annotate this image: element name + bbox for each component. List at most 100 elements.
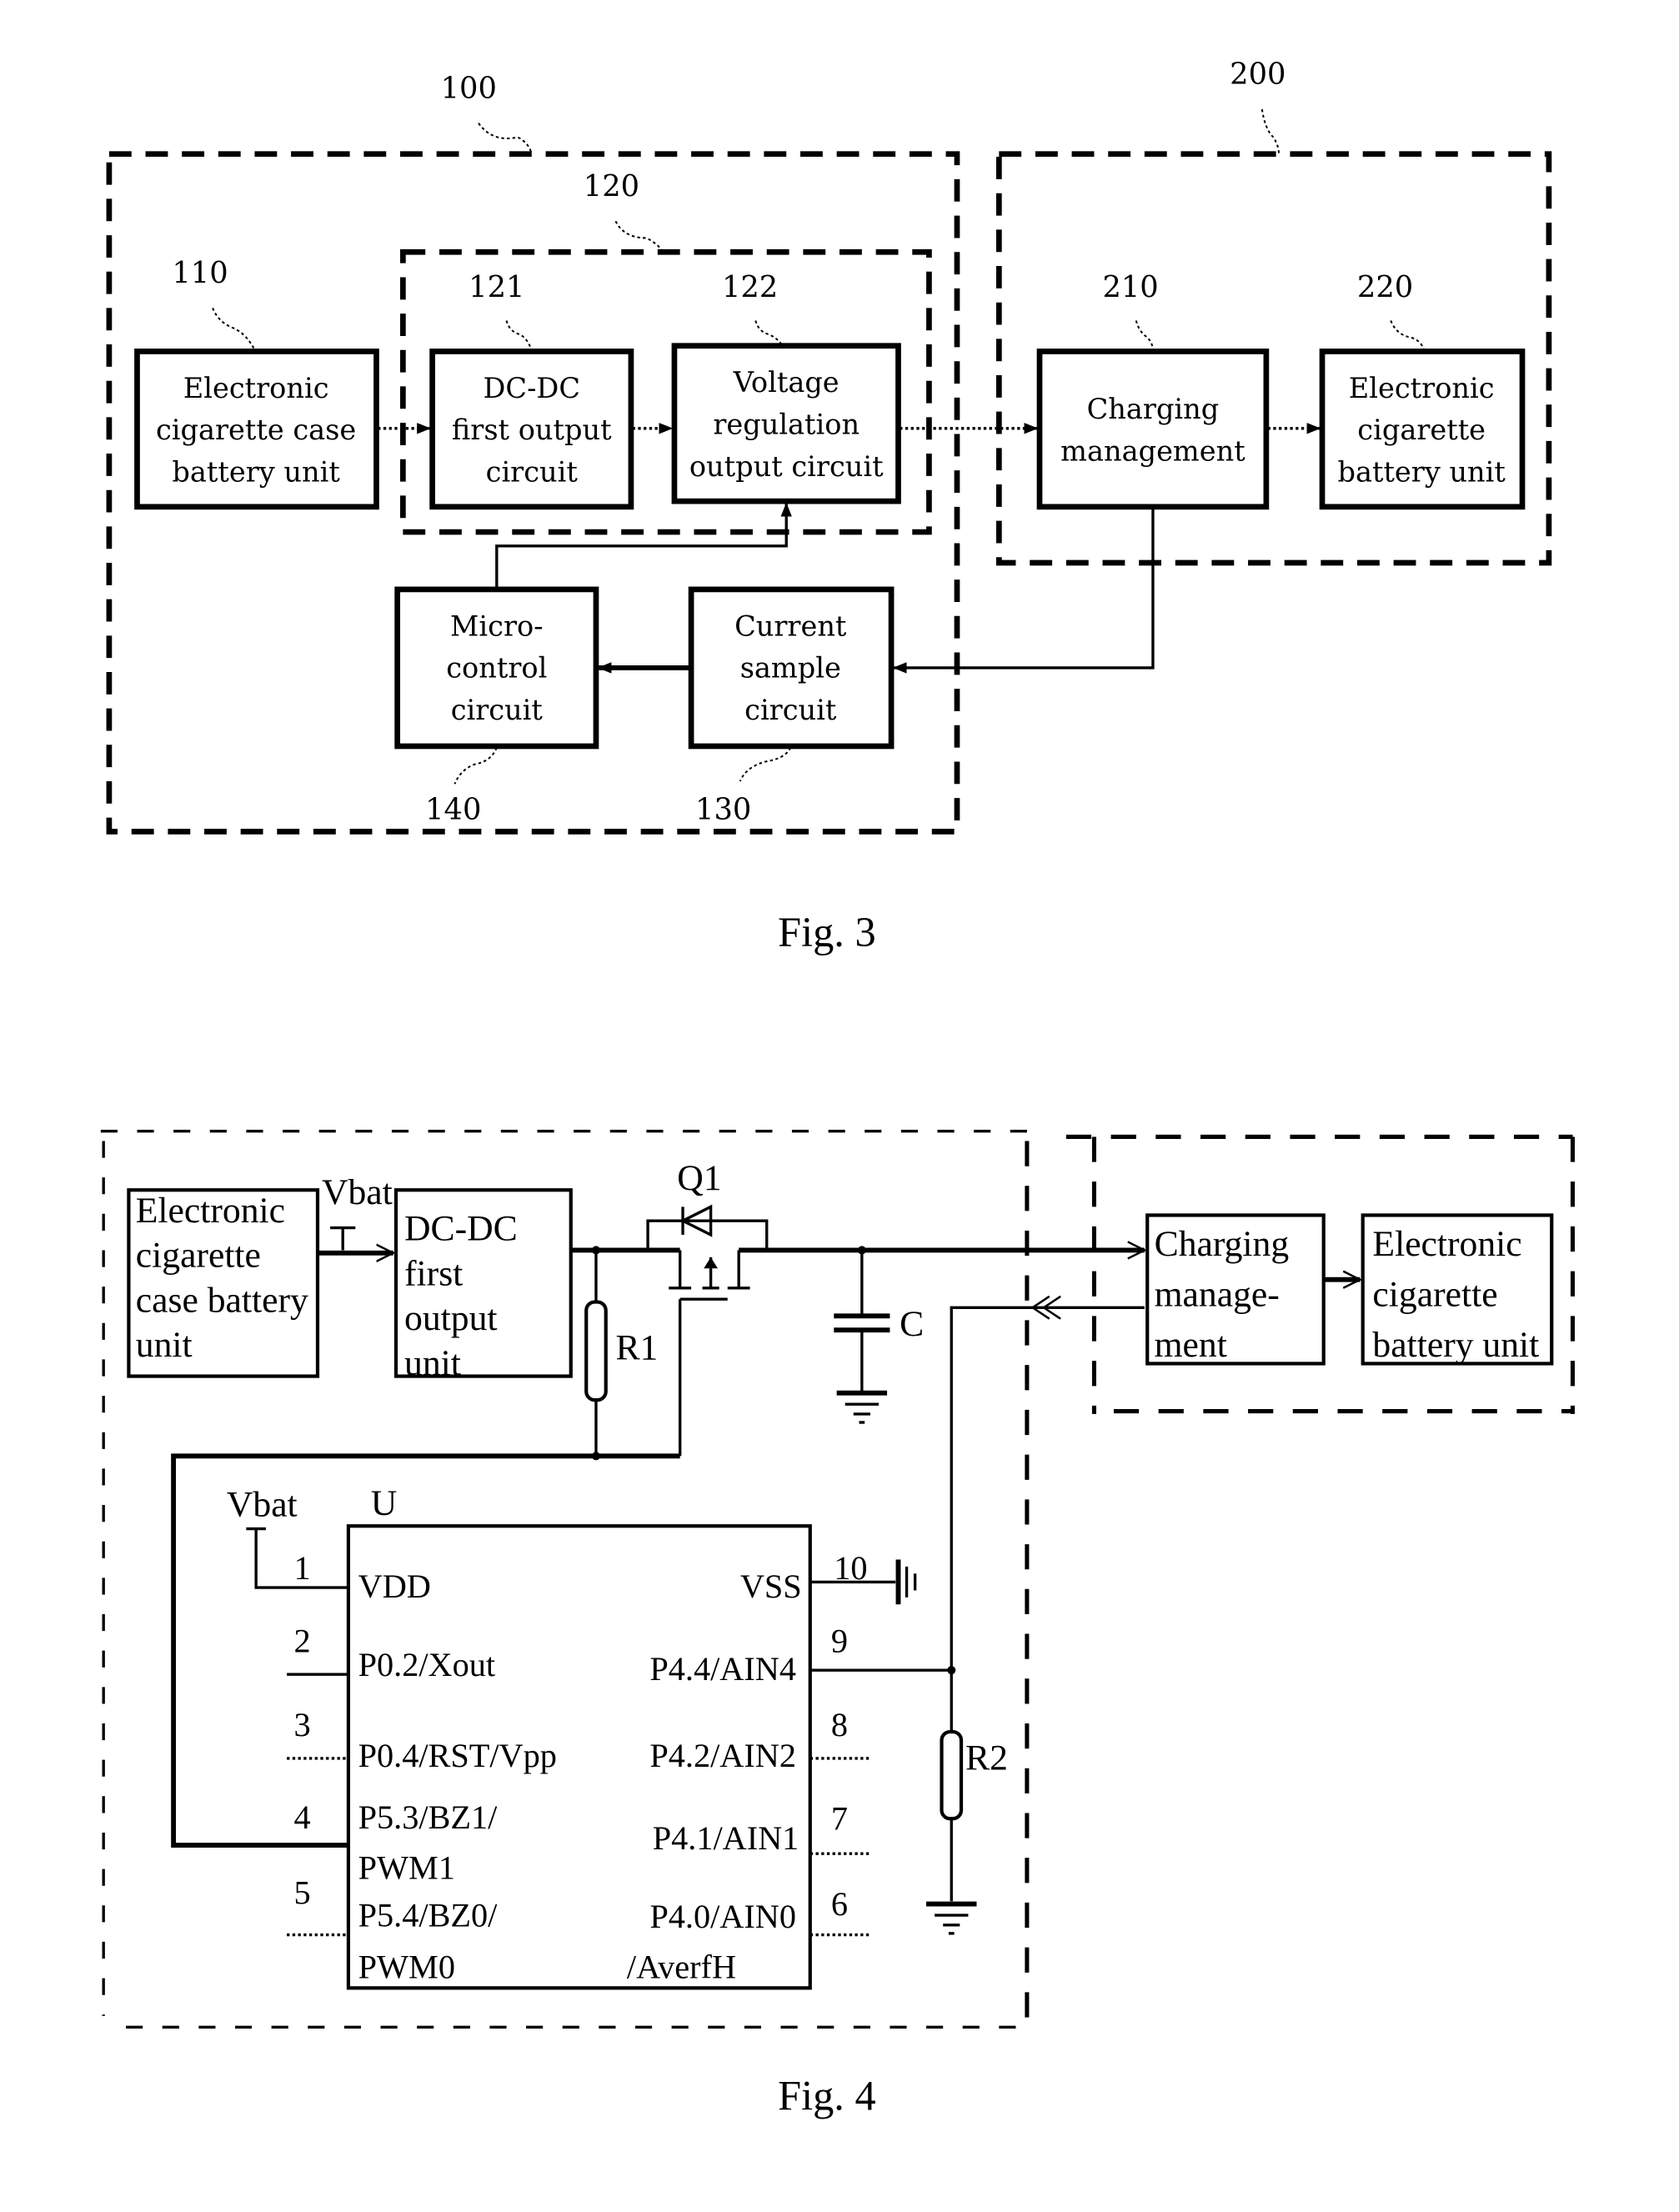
svg-text:circuit: circuit bbox=[451, 694, 544, 726]
pin-1-name: VDD bbox=[358, 1567, 431, 1605]
pin-9-num: 9 bbox=[831, 1622, 848, 1659]
chip-u: U Vbat 1 VDD 2 P0.2/Xout 3 P0.4/RST/Vpp … bbox=[227, 1483, 956, 1990]
leader-120 bbox=[614, 220, 664, 253]
pin-4-num: 4 bbox=[293, 1798, 310, 1836]
vbat-label-top: Vbat bbox=[322, 1172, 393, 1212]
q1-mosfet-icon bbox=[646, 1204, 769, 1457]
pin-5-num: 5 bbox=[293, 1874, 310, 1912]
ref-120: 120 bbox=[584, 169, 639, 203]
wire-charging-feedback bbox=[950, 1306, 1145, 1671]
svg-text:control: control bbox=[446, 652, 547, 685]
pin-3-name: P0.4/RST/Vpp bbox=[358, 1737, 557, 1774]
svg-text:sample: sample bbox=[740, 652, 841, 685]
pin-8-name: P4.2/AIN2 bbox=[649, 1737, 796, 1774]
ref-130: 130 bbox=[695, 792, 751, 826]
r1-label: R1 bbox=[615, 1327, 658, 1367]
fig4-ecig-battery-block: Electronic cigarette battery unit bbox=[1361, 1213, 1554, 1366]
ref-140: 140 bbox=[425, 792, 481, 826]
svg-text:Charging: Charging bbox=[1155, 1224, 1290, 1264]
svg-text:Current: Current bbox=[734, 609, 847, 642]
ref-200: 200 bbox=[1230, 58, 1286, 92]
r2-label: R2 bbox=[965, 1738, 1008, 1778]
svg-text:Electronic: Electronic bbox=[1372, 1224, 1521, 1264]
svg-text:ment: ment bbox=[1155, 1325, 1227, 1365]
fig4-dcdc-block: DC-DC first output unit bbox=[393, 1188, 573, 1383]
block-210-charging-management: Charging management 210 bbox=[1036, 270, 1270, 510]
svg-text:Electronic: Electronic bbox=[183, 372, 329, 404]
block-140-micro-control: Micro- control circuit 140 bbox=[394, 586, 599, 826]
pin-7-name: P4.1/AIN1 bbox=[653, 1819, 799, 1857]
pin-2-name: P0.2/Xout bbox=[358, 1646, 495, 1683]
block-110-case-battery: Electronic cigarette case battery unit 1… bbox=[134, 256, 379, 510]
figure-3-caption: Fig. 3 bbox=[778, 909, 876, 956]
svg-text:Electronic: Electronic bbox=[1349, 372, 1495, 404]
svg-text:DC-DC: DC-DC bbox=[484, 372, 581, 404]
leader-200 bbox=[1261, 108, 1281, 154]
pin-5-name: P5.4/BZ0/ bbox=[358, 1896, 498, 1934]
svg-text:cigarette: cigarette bbox=[136, 1236, 261, 1276]
ref-220: 220 bbox=[1357, 270, 1413, 304]
pin-1-num: 1 bbox=[293, 1549, 310, 1587]
arrow-140-to-122 bbox=[495, 502, 792, 589]
pin-6-name: P4.0/AIN0 bbox=[649, 1898, 796, 1935]
block-130-current-sample: Current sample circuit 130 bbox=[688, 586, 895, 826]
svg-text:regulation: regulation bbox=[713, 409, 860, 441]
ref-100: 100 bbox=[441, 72, 497, 106]
block-220-ecig-battery: Electronic cigarette battery unit 220 bbox=[1319, 270, 1526, 510]
pin-2-num: 2 bbox=[293, 1622, 310, 1659]
svg-text:output: output bbox=[404, 1298, 497, 1338]
svg-text:circuit: circuit bbox=[744, 694, 837, 726]
svg-text:Electronic: Electronic bbox=[136, 1191, 285, 1231]
svg-text:management: management bbox=[1060, 434, 1245, 467]
ground-icon-vss bbox=[895, 1559, 917, 1605]
figure-3: 100 120 200 Electronic cigarette case ba… bbox=[106, 58, 1552, 956]
leader-100 bbox=[478, 123, 533, 154]
figure-4-caption: Fig. 4 bbox=[778, 2072, 876, 2119]
svg-text:unit: unit bbox=[136, 1325, 193, 1365]
svg-text:cigarette: cigarette bbox=[1357, 414, 1486, 446]
svg-text:case battery: case battery bbox=[136, 1280, 308, 1320]
pin-10-name: VSS bbox=[740, 1567, 802, 1605]
ref-121: 121 bbox=[469, 270, 524, 304]
svg-text:cigarette case: cigarette case bbox=[156, 414, 356, 446]
svg-text:first: first bbox=[404, 1253, 463, 1293]
svg-text:manage-: manage- bbox=[1155, 1275, 1280, 1315]
r2-resistor-icon bbox=[940, 1729, 964, 1821]
svg-text:Charging: Charging bbox=[1087, 393, 1220, 425]
svg-text:cigarette: cigarette bbox=[1372, 1275, 1497, 1315]
svg-text:battery unit: battery unit bbox=[172, 456, 340, 489]
block-121-dcdc: DC-DC first output circuit 121 bbox=[429, 270, 634, 510]
q1-label: Q1 bbox=[677, 1158, 721, 1198]
ref-110: 110 bbox=[172, 256, 228, 290]
pin-6-num: 6 bbox=[831, 1885, 848, 1923]
svg-text:Micro-: Micro- bbox=[450, 609, 543, 642]
svg-text:circuit: circuit bbox=[486, 456, 579, 489]
svg-text:output circuit: output circuit bbox=[689, 450, 884, 483]
block-122-voltage-regulation: Voltage regulation output circuit 122 bbox=[671, 270, 901, 504]
pin-8-num: 8 bbox=[831, 1706, 848, 1743]
svg-text:battery unit: battery unit bbox=[1337, 456, 1506, 489]
c-label: C bbox=[900, 1304, 924, 1344]
r1-resistor-icon bbox=[584, 1300, 608, 1402]
pin-3-num: 3 bbox=[293, 1706, 310, 1743]
pin-9-name: P4.4/AIN4 bbox=[649, 1650, 796, 1688]
capacitor-c-icon bbox=[834, 1250, 890, 1424]
svg-text:first output: first output bbox=[452, 414, 612, 446]
figure-4: Electronic cigarette case battery unit V… bbox=[100, 1130, 1575, 2119]
fig4-case-battery-block: Electronic cigarette case battery unit bbox=[127, 1188, 320, 1378]
svg-text:PWM1: PWM1 bbox=[358, 1848, 455, 1886]
svg-text:unit: unit bbox=[404, 1343, 461, 1383]
svg-text:/AverfH: /AverfH bbox=[627, 1949, 736, 1986]
patent-figures: 100 120 200 Electronic cigarette case ba… bbox=[100, 58, 1575, 2119]
svg-text:PWM0: PWM0 bbox=[358, 1949, 455, 1986]
ref-210: 210 bbox=[1102, 270, 1158, 304]
svg-text:DC-DC: DC-DC bbox=[404, 1209, 518, 1249]
ground-icon-r2 bbox=[926, 1901, 977, 1935]
svg-text:Voltage: Voltage bbox=[733, 366, 840, 399]
arrow-210-to-130 bbox=[892, 508, 1155, 674]
vbat-terminal-icon bbox=[330, 1226, 356, 1251]
chip-label: U bbox=[371, 1483, 398, 1523]
svg-text:battery unit: battery unit bbox=[1372, 1325, 1539, 1365]
pin-4-name: P5.3/BZ1/ bbox=[358, 1798, 498, 1836]
vbat-label-chip: Vbat bbox=[227, 1484, 298, 1524]
